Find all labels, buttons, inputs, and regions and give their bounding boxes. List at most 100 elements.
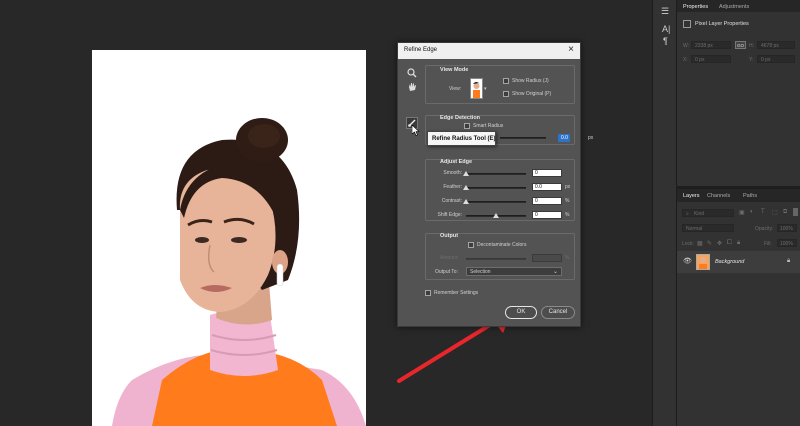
link-dimensions-button[interactable]: GO	[735, 41, 746, 49]
output-to-label: Output To:	[435, 269, 458, 275]
opacity-input[interactable]: 100%	[777, 224, 797, 232]
search-icon: ⌕	[686, 211, 689, 217]
layer-name: Background	[715, 259, 745, 265]
tooltip-text: Refine Radius Tool (E)	[432, 136, 496, 142]
amount-slider-track[interactable]	[466, 258, 526, 260]
x-label: X:	[683, 57, 688, 63]
contrast-slider-thumb[interactable]	[463, 199, 469, 204]
lock-artboard-icon[interactable]: ⧠	[727, 240, 732, 247]
lock-image-icon[interactable]: ✎	[707, 240, 712, 247]
tab-paths[interactable]: Paths	[743, 193, 757, 199]
view-label: View:	[449, 86, 462, 92]
filter-type-icon[interactable]: T	[761, 209, 765, 215]
radius-slider-track[interactable]	[500, 137, 546, 139]
hand-tool-icon[interactable]	[406, 82, 418, 94]
feather-label: Feather:	[443, 184, 462, 190]
feather-slider-thumb[interactable]	[463, 185, 469, 190]
x-input[interactable]: 0 px	[691, 55, 731, 63]
remember-settings-checkbox[interactable]	[425, 290, 431, 296]
smart-radius-label: Smart Radius	[473, 123, 504, 129]
show-original-checkbox[interactable]	[503, 91, 509, 97]
lock-transparent-icon[interactable]: ▦	[697, 240, 703, 247]
paragraph-panel-icon[interactable]: ¶	[663, 36, 668, 46]
show-radius-checkbox[interactable]	[503, 78, 509, 84]
smooth-slider-thumb[interactable]	[463, 171, 469, 176]
filter-smartobject-icon[interactable]: ⧉	[783, 209, 787, 216]
layer-thumbnail	[696, 254, 710, 270]
document-canvas[interactable]	[92, 50, 366, 426]
view-mode-title: View Mode	[440, 67, 469, 73]
character-panel-icon[interactable]: A|	[662, 24, 670, 34]
view-dropdown-icon[interactable]: ▾	[484, 86, 487, 92]
amount-label: Amount:	[440, 255, 459, 261]
filter-pixel-icon[interactable]: ▣	[739, 209, 745, 216]
w-value: 2338 px	[695, 43, 713, 49]
lock-label: Lock:	[682, 241, 694, 247]
filter-adjustment-icon[interactable]: ◐	[750, 209, 754, 215]
zoom-tool-icon[interactable]	[406, 68, 418, 80]
y-input[interactable]: 0 px	[757, 55, 795, 63]
link-label: GO	[737, 43, 745, 48]
contrast-unit: %	[565, 198, 570, 204]
fill-label: Fill:	[764, 241, 772, 247]
contrast-input[interactable]: 0	[532, 197, 562, 205]
view-mode-section: View Mode View: ▾ Show Radius (J) Show O…	[425, 65, 575, 104]
feather-slider-track[interactable]	[466, 187, 526, 189]
cancel-button[interactable]: Cancel	[541, 306, 575, 319]
ok-button[interactable]: OK	[505, 306, 537, 319]
smooth-input[interactable]: 0	[532, 169, 562, 177]
tab-adjustments[interactable]: Adjustments	[719, 4, 749, 10]
kind-label: Kind	[694, 211, 705, 217]
adjust-edge-section: Adjust Edge Smooth: 0 Feather: 0.0 px Co…	[425, 159, 575, 221]
h-value: 4678 px	[761, 43, 779, 49]
blend-mode-select[interactable]: Normal	[682, 224, 734, 232]
fill-input[interactable]: 100%	[777, 239, 797, 247]
mouse-cursor-icon	[412, 125, 420, 136]
layer-row-background[interactable]: 👁︎ Background 🔒︎	[677, 251, 800, 273]
panel-tool-strip: ☰ A| ¶	[652, 0, 676, 426]
w-label: W:	[683, 43, 690, 49]
decontaminate-checkbox[interactable]	[468, 242, 474, 248]
menu-icon[interactable]: ☰	[661, 6, 669, 17]
shift-edge-input[interactable]: 0	[532, 211, 562, 219]
dialog-titlebar[interactable]: Refine Edge ×	[398, 43, 580, 59]
amount-input[interactable]	[532, 254, 562, 262]
view-thumbnail[interactable]	[470, 78, 483, 99]
output-to-value: Selection	[470, 269, 491, 275]
h-label: H:	[749, 43, 754, 49]
shift-edge-slider-thumb[interactable]	[493, 213, 499, 218]
output-to-select[interactable]: Selection ⌄	[466, 267, 562, 276]
radius-input[interactable]: 0.0	[558, 134, 570, 142]
visibility-eye-icon[interactable]: 👁︎	[683, 257, 692, 265]
shift-edge-unit: %	[565, 212, 570, 218]
edge-detection-title: Edge Detection	[440, 115, 481, 121]
decontaminate-label: Decontaminate Colors	[477, 242, 527, 248]
fill-value: 100%	[780, 241, 793, 247]
output-section: Output Decontaminate Colors Amount: % Ou…	[425, 233, 575, 280]
contrast-slider-track[interactable]	[466, 201, 526, 203]
h-input[interactable]: 4678 px	[757, 41, 795, 49]
tab-channels[interactable]: Channels	[707, 193, 730, 199]
layers-tabbar: Layers Channels Paths	[677, 189, 800, 202]
smooth-label: Smooth:	[443, 170, 462, 176]
right-panels: Properties Adjustments Pixel Layer Prope…	[676, 0, 800, 426]
tab-layers[interactable]: Layers	[683, 193, 700, 199]
shift-edge-label: Shift Edge:	[437, 212, 462, 218]
smart-radius-checkbox[interactable]	[464, 123, 470, 129]
close-button[interactable]: ×	[568, 44, 574, 55]
filter-shape-icon[interactable]: ⬚	[772, 209, 778, 216]
dialog-title: Refine Edge	[404, 47, 438, 53]
tab-properties[interactable]: Properties	[683, 4, 708, 10]
show-radius-label: Show Radius (J)	[512, 78, 549, 84]
feather-input[interactable]: 0.0	[532, 183, 562, 191]
lock-all-icon[interactable]: 🔒︎	[737, 240, 740, 247]
smooth-slider-track[interactable]	[466, 173, 526, 175]
lock-position-icon[interactable]: ✥	[717, 240, 722, 247]
blend-mode-value: Normal	[686, 226, 703, 232]
contrast-label: Contrast:	[441, 198, 462, 204]
x-value: 0 px	[695, 57, 705, 63]
properties-title: Pixel Layer Properties	[695, 21, 749, 27]
filter-toggle[interactable]	[793, 208, 798, 216]
w-input[interactable]: 2338 px	[691, 41, 731, 49]
layer-filter-select[interactable]: ⌕ Kind	[682, 209, 734, 217]
